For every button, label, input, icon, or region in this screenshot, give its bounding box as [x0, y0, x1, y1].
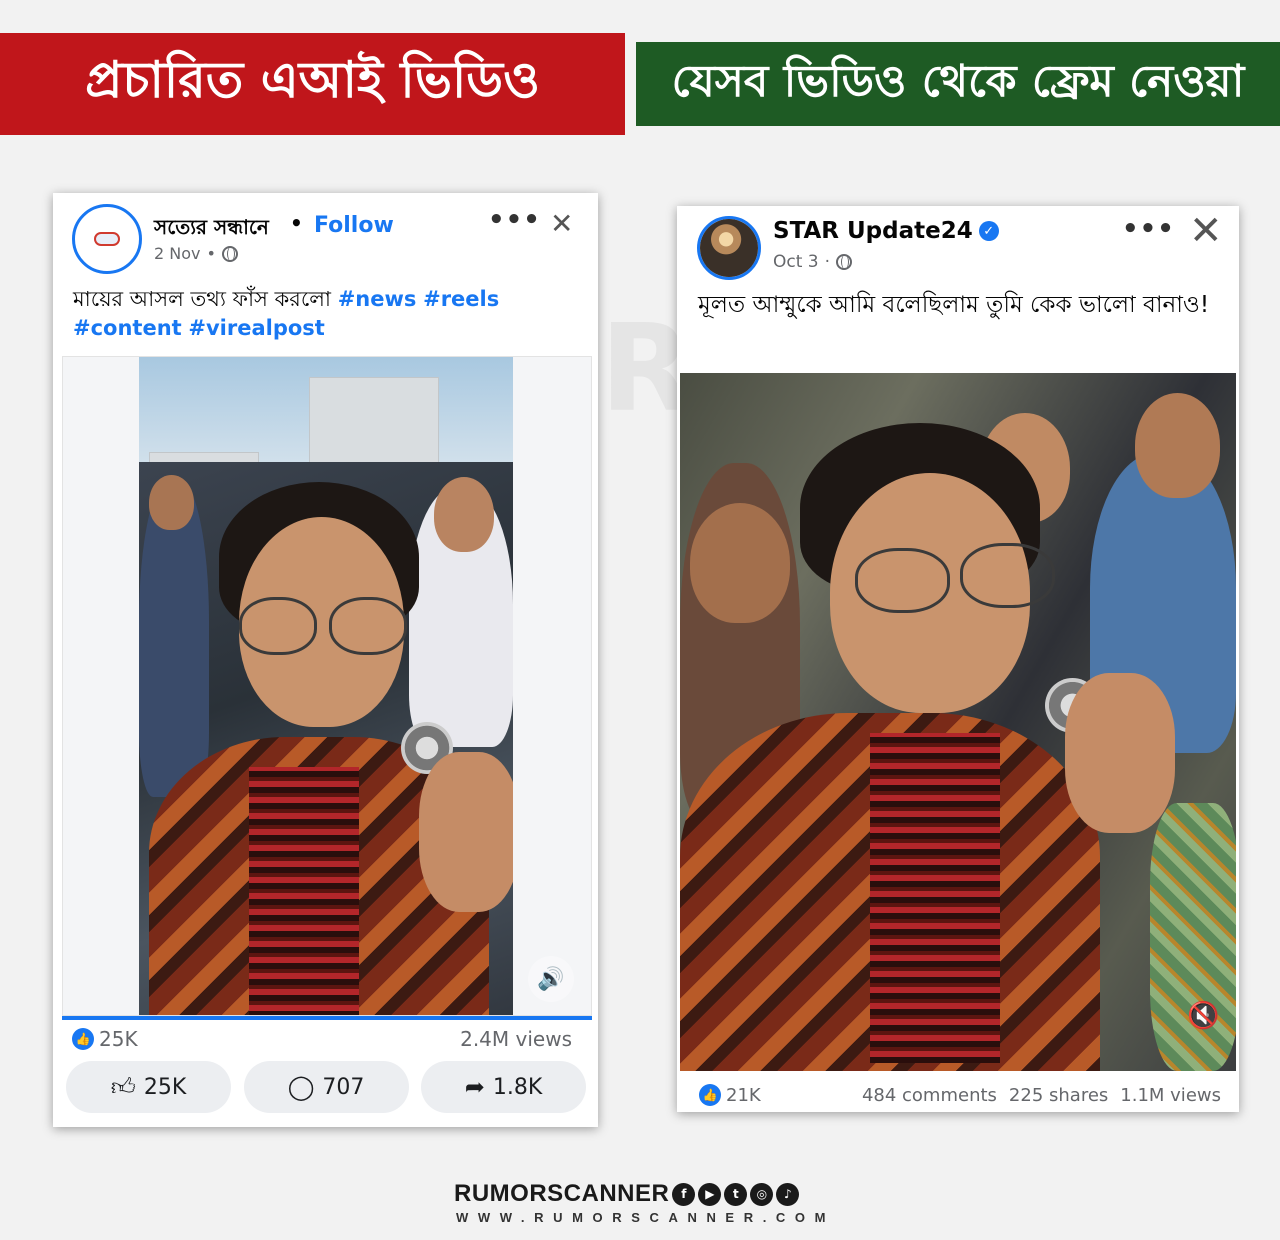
twitter-icon[interactable]: t: [724, 1182, 748, 1206]
progress-fill: [62, 1016, 592, 1020]
video-player[interactable]: [139, 357, 513, 1015]
like-count: 25K: [143, 1074, 187, 1100]
page-name[interactable]: STAR Update24: [773, 218, 973, 244]
reaction-count[interactable]: 25K: [99, 1027, 138, 1051]
follow-button[interactable]: Follow: [314, 213, 394, 238]
post-meta: 2 Nov •: [154, 244, 238, 263]
comment-count[interactable]: 484 comments: [862, 1085, 997, 1106]
action-bar: 👍︎ 25K ◯ 707 ➦ 1.8K: [66, 1061, 586, 1113]
youtube-icon[interactable]: ▶: [698, 1182, 722, 1206]
footer-brand: RUMORSCANNER f ▶ t ◎ ♪: [454, 1180, 800, 1208]
post-caption: মায়ের আসল তথ্য ফাঁস করলো #news #reels #…: [73, 285, 573, 344]
left-post-card: সত্যের সন্ধানে • Follow 2 Nov • ••• ✕ মা…: [53, 193, 598, 1127]
share-count: 1.8K: [492, 1074, 543, 1100]
footer-url[interactable]: WWW.RUMORSCANNER.COM: [456, 1210, 835, 1225]
banner-source-video: যেসব ভিডিও থেকে ফ্রেম নেওয়া: [636, 42, 1280, 126]
thumbs-up-icon: 👍︎: [110, 1072, 136, 1101]
thumbs-up-icon: 👍: [72, 1028, 94, 1050]
hashtag-link[interactable]: #reels: [423, 287, 499, 311]
post-date[interactable]: Oct 3: [773, 252, 819, 272]
comment-count: 707: [322, 1074, 365, 1100]
share-icon: ➦: [464, 1073, 485, 1101]
video-frame: [680, 373, 1236, 1071]
comment-button[interactable]: ◯ 707: [243, 1061, 409, 1113]
caption-text: মূলত আম্মুকে আমি বলেছিলাম তুমি কেক ভালো …: [698, 292, 1210, 318]
page-avatar[interactable]: [72, 204, 142, 274]
like-button[interactable]: 👍︎ 25K: [66, 1061, 231, 1113]
video-progress-bar[interactable]: [62, 1016, 592, 1020]
more-options-icon[interactable]: •••: [1122, 214, 1175, 244]
meta-separator: ·: [824, 252, 831, 272]
caption-text: মায়ের আসল তথ্য ফাঁস করলো: [73, 287, 332, 311]
post-date[interactable]: 2 Nov: [154, 244, 201, 263]
brand-logo-text: RUMORSCANNER: [454, 1180, 670, 1207]
page-name-row: STAR Update24 ✓: [773, 218, 999, 244]
hashtag-link[interactable]: #virealpost: [188, 316, 324, 340]
page-avatar[interactable]: [697, 216, 761, 280]
video-player[interactable]: [680, 373, 1236, 1071]
facebook-icon[interactable]: f: [672, 1182, 696, 1206]
instagram-icon[interactable]: ◎: [750, 1182, 774, 1206]
share-button[interactable]: ➦ 1.8K: [421, 1061, 586, 1113]
speaker-icon[interactable]: 🔊: [528, 956, 574, 1002]
close-icon[interactable]: ✕: [550, 207, 573, 240]
meta-separator: •: [206, 244, 216, 263]
post-caption: মূলত আম্মুকে আমি বলেছিলাম তুমি কেক ভালো …: [698, 288, 1218, 323]
comment-icon: ◯: [287, 1073, 315, 1101]
post-stats: 👍 25K 2.4M views: [72, 1027, 572, 1051]
view-count: 1.1M views: [1120, 1084, 1221, 1106]
globe-icon: [221, 245, 238, 262]
reaction-count[interactable]: 21K: [726, 1085, 761, 1106]
globe-icon: [836, 254, 853, 270]
close-icon[interactable]: ✕: [1189, 208, 1223, 254]
verified-badge-icon: ✓: [978, 221, 999, 241]
more-options-icon[interactable]: •••: [488, 205, 541, 235]
name-separator: •: [290, 211, 303, 235]
share-count[interactable]: 225 shares: [1009, 1085, 1108, 1106]
right-post-card: STAR Update24 ✓ Oct 3 · ••• ✕ মূলত আম্মু…: [677, 206, 1239, 1112]
tiktok-icon[interactable]: ♪: [776, 1182, 800, 1206]
banner-ai-video-text: প্রচারিত এআই ভিডিও: [85, 50, 540, 109]
hashtag-link[interactable]: #content: [73, 316, 182, 340]
post-stats: 👍 21K 484 comments 225 shares 1.1M views: [699, 1084, 1221, 1106]
video-frame: [139, 357, 513, 1015]
banner-ai-video: প্রচারিত এআই ভিডিও: [0, 33, 625, 135]
post-meta: Oct 3 ·: [773, 252, 853, 272]
page-name[interactable]: সত্যের সন্ধানে: [154, 213, 269, 246]
hashtag-link[interactable]: #news: [338, 287, 417, 311]
view-count: 2.4M views: [460, 1027, 572, 1051]
muted-speaker-icon[interactable]: 🔇: [1187, 1001, 1219, 1031]
banner-source-video-text: যেসব ভিডিও থেকে ফ্রেম নেওয়া: [671, 55, 1245, 107]
thumbs-up-icon: 👍: [699, 1084, 721, 1106]
